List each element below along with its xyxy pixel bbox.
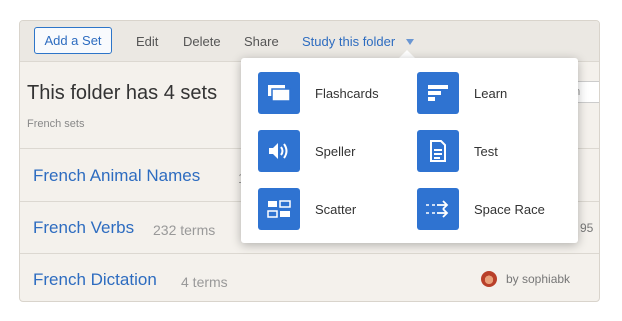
folder-toolbar: Add a Set Edit Delete Share Study this f…	[20, 21, 599, 62]
study-option-scatter[interactable]: Scatter	[258, 188, 408, 232]
space-race-icon	[417, 188, 459, 230]
set-author[interactable]: by sophiabk	[506, 272, 570, 286]
set-meta: 95	[580, 221, 594, 235]
scatter-icon	[258, 188, 300, 230]
menu-item-label: Flashcards	[315, 86, 379, 101]
set-row[interactable]: French Dictation 4 terms by sophiabk	[20, 254, 599, 301]
set-title-link[interactable]: French Animal Names	[33, 166, 200, 186]
speller-icon	[258, 130, 300, 172]
avatar[interactable]	[481, 271, 497, 287]
share-link[interactable]: Share	[244, 34, 279, 49]
study-option-space-race[interactable]: Space Race	[417, 188, 567, 232]
study-option-speller[interactable]: Speller	[258, 130, 408, 174]
folder-description: French sets	[27, 118, 85, 130]
menu-item-label: Test	[474, 144, 498, 159]
set-title-link[interactable]: French Dictation	[33, 270, 157, 290]
add-set-button[interactable]: Add a Set	[34, 27, 112, 54]
dropdown-pointer	[399, 50, 415, 58]
learn-icon	[417, 72, 459, 114]
study-option-flashcards[interactable]: Flashcards	[258, 72, 408, 116]
delete-link[interactable]: Delete	[183, 34, 221, 49]
study-mode-menu: Flashcards Learn Speller Test Scatter Sp…	[241, 58, 578, 243]
set-title-link[interactable]: French Verbs	[33, 218, 134, 238]
test-icon	[417, 130, 459, 172]
study-folder-button[interactable]: Study this folder	[302, 34, 395, 49]
edit-link[interactable]: Edit	[136, 34, 158, 49]
menu-item-label: Learn	[474, 86, 508, 101]
menu-item-label: Scatter	[315, 202, 357, 217]
study-option-test[interactable]: Test	[417, 130, 567, 174]
menu-item-label: Space Race	[474, 202, 545, 217]
study-option-learn[interactable]: Learn	[417, 72, 567, 116]
set-term-count: 232 terms	[153, 222, 216, 238]
set-term-count: 4 terms	[181, 274, 228, 290]
flashcards-icon	[258, 72, 300, 114]
page-title: This folder has 4 sets	[27, 82, 218, 104]
chevron-down-icon[interactable]	[406, 39, 414, 45]
menu-item-label: Speller	[315, 144, 356, 159]
